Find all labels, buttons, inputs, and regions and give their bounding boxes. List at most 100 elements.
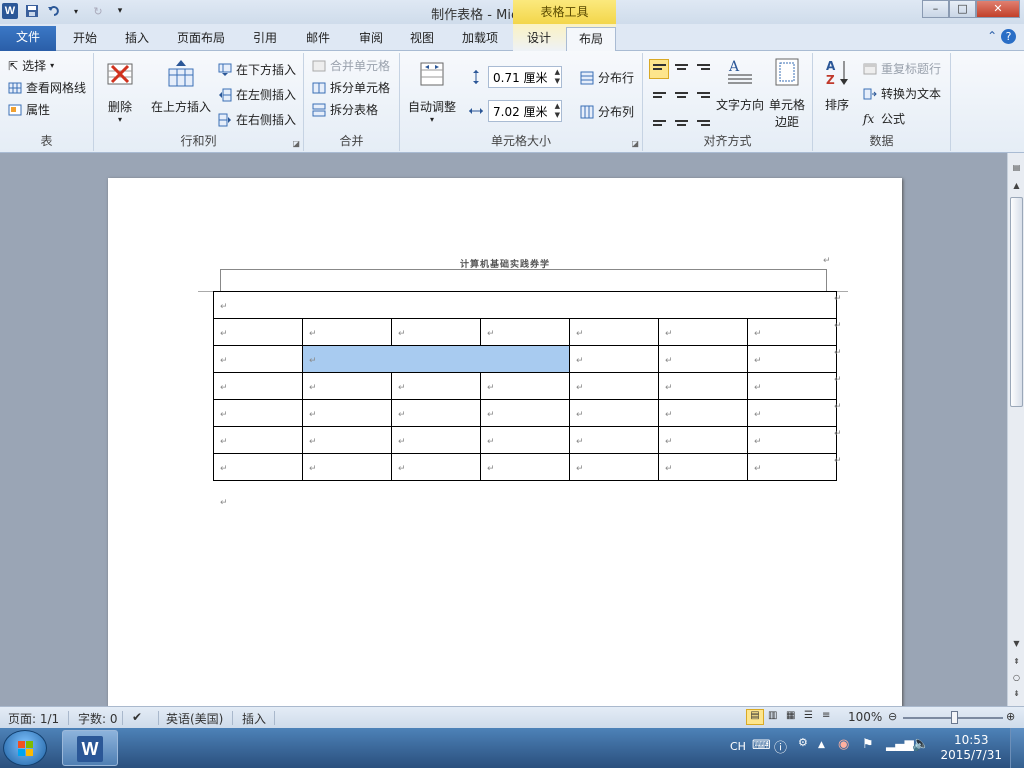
table-cell[interactable]: ↵	[302, 318, 392, 346]
align-middle-left-button[interactable]	[649, 84, 669, 104]
previous-page-icon[interactable]: ⇞	[1010, 657, 1023, 670]
align-middle-right-button[interactable]	[693, 84, 713, 104]
tab-file[interactable]: 文件	[0, 26, 56, 51]
table-cell[interactable]: ↵	[302, 426, 392, 454]
align-middle-center-button[interactable]	[671, 84, 691, 104]
insert-right-button[interactable]: 在右侧插入	[218, 111, 296, 128]
split-cells-button[interactable]: 拆分单元格	[312, 79, 390, 96]
table-cell[interactable]: ↵	[391, 453, 481, 481]
language-indicator[interactable]: 英语(美国)	[166, 710, 223, 727]
full-screen-reading-icon[interactable]: ▥	[768, 710, 777, 721]
table-cell[interactable]: ↵	[480, 453, 570, 481]
network-signal-icon[interactable]: ▂▄▆	[886, 737, 914, 768]
tab-addins[interactable]: 加载项	[452, 27, 508, 51]
taskbar-word-app[interactable]: W	[62, 730, 118, 766]
tab-view[interactable]: 视图	[400, 27, 444, 51]
spin-arrows-icon[interactable]: ▲ ▼	[555, 68, 560, 86]
table-cell[interactable]: ↵	[213, 426, 303, 454]
align-bottom-right-button[interactable]	[693, 109, 713, 129]
tab-insert[interactable]: 插入	[115, 27, 159, 51]
page-count[interactable]: 页面: 1/1	[8, 710, 59, 727]
zoom-level[interactable]: 100%	[848, 710, 882, 724]
web-layout-icon[interactable]: ▦	[786, 710, 795, 721]
tab-mailings[interactable]: 邮件	[296, 27, 340, 51]
spin-arrows-icon[interactable]: ▲ ▼	[555, 102, 560, 120]
scroll-thumb[interactable]	[1010, 197, 1023, 407]
table-cell[interactable]: ↵	[480, 318, 570, 346]
insert-left-button[interactable]: 在左侧插入	[218, 86, 296, 103]
table-cell[interactable]: ↵	[658, 426, 748, 454]
table-cell[interactable]: ↵	[480, 372, 570, 400]
table-cell[interactable]: ↵	[391, 372, 481, 400]
table-cell-selected[interactable]: ↵	[302, 345, 570, 373]
table-cell[interactable]: ↵	[747, 453, 837, 481]
table-cell[interactable]: ↵	[213, 372, 303, 400]
autofit-button[interactable]: 自动调整 ▾	[404, 59, 460, 124]
table-cell[interactable]: ↵	[213, 399, 303, 427]
align-bottom-center-button[interactable]	[671, 109, 691, 129]
table-cell[interactable]: ↵	[480, 426, 570, 454]
volume-icon[interactable]: 🔈	[912, 736, 929, 768]
next-page-icon[interactable]: ⇟	[1010, 689, 1023, 702]
vertical-scrollbar[interactable]: ▤ ▲ ▼ ⇞ ○ ⇟	[1007, 153, 1024, 706]
table-cell[interactable]: ↵	[302, 453, 392, 481]
table-cell[interactable]: ↵	[658, 318, 748, 346]
table-cell[interactable]: ↵	[569, 345, 659, 373]
keyboard-icon[interactable]: ⌨	[752, 738, 771, 768]
table-cell[interactable]: ↵	[480, 399, 570, 427]
table-cell[interactable]: ↵	[747, 345, 837, 373]
table-cell[interactable]: ↵	[391, 318, 481, 346]
document-table[interactable]: ↵ ↵ ↵ ↵ ↵ ↵ ↵ ↵ ↵ ↵ ↵ ↵ ↵ ↵ ↵ ↵ ↵ ↵ ↵ ↵ ↵ ↵ ↵ ↵ ↵ ↵ ↵ ↵ ↵ ↵ ↵ ↵ ↵ ↵ ↵ ↵ ↵ ↵ ↵ ↵…	[213, 291, 837, 481]
tab-review[interactable]: 审阅	[349, 27, 393, 51]
table-cell[interactable]: ↵	[747, 426, 837, 454]
view-gridlines-button[interactable]: 查看网格线	[8, 79, 86, 96]
table-cell[interactable]: ↵	[213, 345, 303, 373]
table-cell[interactable]: ↵	[569, 372, 659, 400]
table-cell[interactable]: ↵	[302, 372, 392, 400]
table-cell[interactable]: ↵	[569, 426, 659, 454]
show-desktop-button[interactable]	[1010, 728, 1024, 768]
insert-below-button[interactable]: 在下方插入	[218, 61, 296, 78]
distribute-rows-button[interactable]: 分布行	[580, 69, 634, 86]
document-page[interactable]: 计算机基础实践券学 ↵ ↵ ↵ ↵ ↵ ↵ ↵ ↵ ↵ ↵ ↵ ↵ ↵ ↵ ↵ ↵ ↵ ↵ ↵ ↵ ↵ ↵ ↵ ↵ ↵ ↵ ↵ ↵ ↵…	[108, 178, 902, 706]
antivirus-icon[interactable]: ◉	[838, 737, 849, 768]
show-hidden-icons-icon[interactable]: ▲	[818, 740, 825, 768]
tab-home[interactable]: 开始	[62, 27, 108, 51]
select-button[interactable]: ⇱ 选择 ▾	[8, 57, 54, 74]
print-layout-view-icon[interactable]: ▤	[746, 709, 764, 725]
repeat-header-rows-button[interactable]: 重复标题行	[863, 60, 941, 77]
browse-object-icon[interactable]: ○	[1010, 673, 1023, 686]
table-cell[interactable]: ↵	[658, 453, 748, 481]
start-button[interactable]	[3, 730, 47, 766]
row-height-input[interactable]	[488, 66, 562, 88]
minimize-button[interactable]: –	[922, 0, 949, 18]
help-icon[interactable]: ⓘ	[774, 737, 787, 768]
align-top-center-button[interactable]	[671, 59, 691, 79]
table-cell[interactable]: ↵	[747, 399, 837, 427]
formula-button[interactable]: fx 公式	[863, 110, 905, 127]
draft-view-icon[interactable]: ≡	[822, 710, 830, 721]
ime-settings-icon[interactable]: ⚙	[798, 736, 808, 768]
zoom-slider-thumb[interactable]	[951, 711, 958, 724]
split-table-button[interactable]: 拆分表格	[312, 101, 378, 118]
align-bottom-left-button[interactable]	[649, 109, 669, 129]
column-width-input[interactable]	[488, 100, 562, 122]
table-cell[interactable]: ↵	[747, 318, 837, 346]
tab-layout[interactable]: 布局	[566, 27, 616, 52]
action-center-flag-icon[interactable]: ⚑	[862, 737, 874, 768]
tab-design[interactable]: 设计	[516, 27, 562, 51]
insert-above-button[interactable]: 在上方插入	[148, 59, 214, 115]
help-icon[interactable]: ⌃ ?	[987, 29, 1016, 44]
table-cell[interactable]: ↵	[302, 399, 392, 427]
outline-view-icon[interactable]: ☰	[804, 710, 813, 721]
tab-page-layout[interactable]: 页面布局	[168, 27, 234, 51]
table-cell[interactable]: ↵	[569, 399, 659, 427]
document-area[interactable]: 计算机基础实践券学 ↵ ↵ ↵ ↵ ↵ ↵ ↵ ↵ ↵ ↵ ↵ ↵ ↵ ↵ ↵ ↵ ↵ ↵ ↵ ↵ ↵ ↵ ↵ ↵ ↵ ↵ ↵ ↵ ↵…	[0, 153, 1007, 706]
table-cell[interactable]: ↵	[569, 453, 659, 481]
table-cell[interactable]: ↵	[658, 345, 748, 373]
convert-to-text-button[interactable]: 转换为文本	[863, 85, 941, 102]
system-clock[interactable]: 10:53 2015/7/31	[940, 733, 1002, 763]
distribute-columns-button[interactable]: 分布列	[580, 103, 634, 120]
table-cell[interactable]: ↵	[747, 372, 837, 400]
table-cell[interactable]: ↵	[391, 426, 481, 454]
